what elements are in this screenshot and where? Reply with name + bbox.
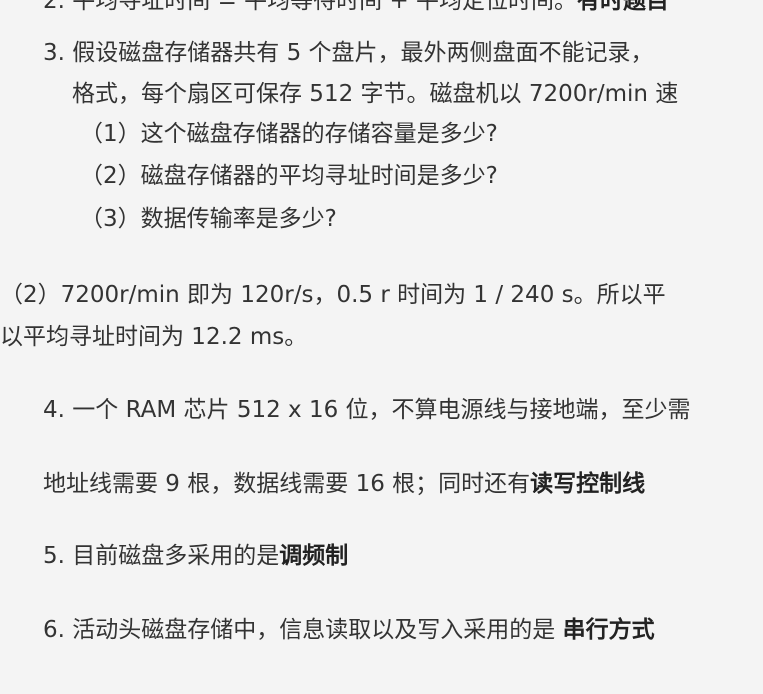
- item-2-text: 2. 平均寻址时间 = 平均等待时间 + 平均定位时间。: [43, 0, 578, 14]
- item-4-question: 4. 一个 RAM 芯片 512 x 16 位，不算电源线与接地端，至少需: [43, 397, 691, 423]
- item-4-answer: 地址线需要 9 根，数据线需要 16 根；同时还有读写控制线: [43, 469, 645, 499]
- answer-2-line1: （2）7200r/min 即为 120r/s，0.5 r 时间为 1 / 240…: [0, 282, 666, 308]
- item-4-answer-bold: 读写控制线: [530, 471, 646, 497]
- answer-2-line2: 以平均寻址时间为 12.2 ms。: [0, 324, 308, 350]
- item-5: 5. 目前磁盘多采用的是调频制: [43, 541, 348, 571]
- item-6-text: 6. 活动头磁盘存储中，信息读取以及写入采用的是: [43, 617, 563, 643]
- item-2: 2. 平均寻址时间 = 平均等待时间 + 平均定位时间。有时题目: [43, 0, 669, 16]
- item-3-q1: （1）这个磁盘存储器的存储容量是多少?: [80, 121, 498, 147]
- item-4-answer-text: 地址线需要 9 根，数据线需要 16 根；同时还有: [43, 471, 531, 497]
- item-3-q3: （3）数据传输率是多少?: [80, 206, 337, 232]
- item-5-text: 5. 目前磁盘多采用的是: [43, 543, 280, 569]
- item-3-line1: 3. 假设磁盘存储器共有 5 个盘片，最外两侧盘面不能记录，: [43, 40, 654, 66]
- item-6-bold: 串行方式: [562, 617, 655, 643]
- item-3-line2: 格式，每个扇区可保存 512 字节。磁盘机以 7200r/min 速: [72, 81, 679, 107]
- item-6: 6. 活动头磁盘存储中，信息读取以及写入采用的是 串行方式: [43, 615, 655, 645]
- item-2-bold: 有时题目: [577, 0, 670, 14]
- item-3-q2: （2）磁盘存储器的平均寻址时间是多少?: [80, 163, 498, 189]
- item-5-bold: 调频制: [279, 543, 349, 569]
